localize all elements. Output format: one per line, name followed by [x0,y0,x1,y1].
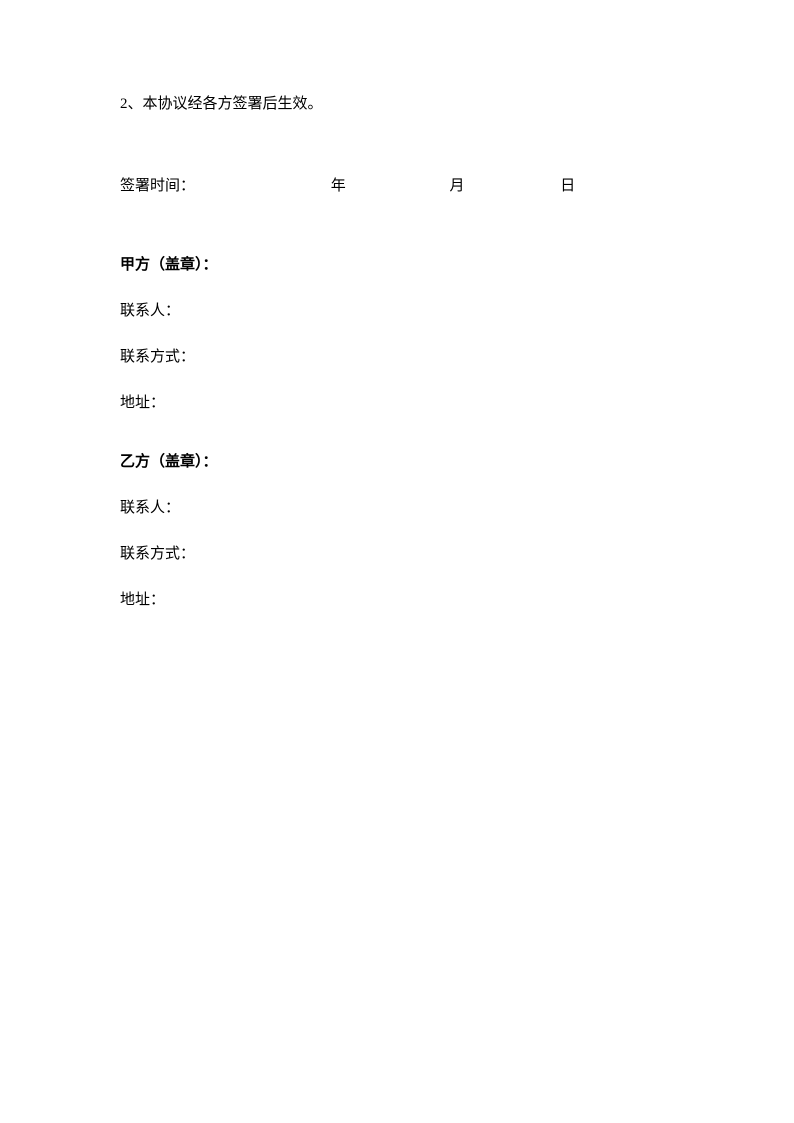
date-year-label: 年 [331,174,346,198]
date-day-label: 日 [560,174,575,198]
document-content: 2、本协议经各方签署后生效。 签署时间： 年 月 日 甲方（盖章）： 联系人： … [0,0,794,612]
party-b-address: 地址： [120,588,674,612]
party-a-contact-method: 联系方式： [120,345,674,369]
party-b-section: 乙方（盖章）： 联系人： 联系方式： 地址： [120,450,674,612]
party-a-contact-person: 联系人： [120,299,674,323]
party-a-address: 地址： [120,391,674,415]
date-month-label: 月 [450,174,465,198]
party-a-header: 甲方（盖章）： [120,253,674,277]
signing-date-label: 签署时间： [120,174,195,198]
party-b-contact-person: 联系人： [120,496,674,520]
party-b-contact-method: 联系方式： [120,542,674,566]
party-b-header: 乙方（盖章）： [120,450,674,474]
party-a-section: 甲方（盖章）： 联系人： 联系方式： 地址： [120,253,674,415]
clause-text: 2、本协议经各方签署后生效。 [120,92,674,116]
signing-date-row: 签署时间： 年 月 日 [120,174,674,198]
